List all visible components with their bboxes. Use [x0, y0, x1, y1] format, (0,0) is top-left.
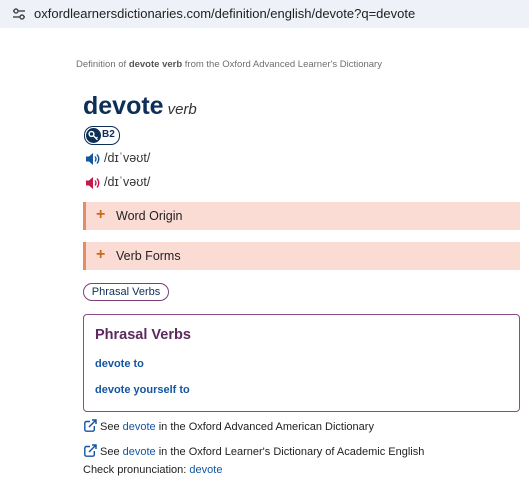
see-pre: See [100, 421, 123, 433]
pronunciation-us-text: /dɪˈvəʊt/ [104, 175, 151, 189]
headword: devote [83, 92, 164, 120]
see-also-american: See devote in the Oxford Advanced Americ… [84, 419, 374, 433]
phrasal-verbs-box: Phrasal Verbs devote to devote yourself … [83, 314, 520, 412]
see-post: in the Oxford Advanced American Dictiona… [155, 421, 374, 433]
see-devote-link[interactable]: devote [123, 446, 156, 458]
breadcrumb-prefix: Definition of [76, 59, 129, 70]
cefr-level-label: B2 [102, 129, 115, 140]
cefr-level-badge[interactable]: B2 [84, 126, 120, 145]
pronunciation-uk-text: /dɪˈvəʊt/ [104, 151, 151, 165]
word-origin-toggle[interactable]: + Word Origin [83, 202, 520, 230]
speaker-us-icon[interactable] [85, 176, 101, 190]
address-bar[interactable]: oxfordlearnersdictionaries.com/definitio… [0, 0, 529, 28]
check-label: Check pronunciation: [83, 464, 190, 476]
tune-icon[interactable] [12, 7, 26, 21]
breadcrumb-suffix: from the Oxford Advanced Learner's Dicti… [182, 59, 382, 70]
see-also-academic: See devote in the Oxford Learner's Dicti… [84, 444, 424, 458]
url-text[interactable]: oxfordlearnersdictionaries.com/definitio… [34, 6, 415, 21]
phrasal-verbs-title: Phrasal Verbs [95, 327, 191, 343]
see-pre: See [100, 446, 123, 458]
part-of-speech: verb [167, 101, 197, 118]
expand-plus-icon: + [96, 206, 106, 223]
check-pronunciation-link[interactable]: devote [189, 464, 222, 476]
see-devote-link[interactable]: devote [123, 421, 156, 433]
expand-plus-icon: + [96, 246, 106, 263]
phrasal-verbs-pill[interactable]: Phrasal Verbs [83, 283, 169, 301]
phrasal-verb-link[interactable]: devote to [95, 358, 144, 370]
word-origin-label: Word Origin [116, 209, 183, 223]
headword-block: devote verb [83, 92, 197, 121]
breadcrumb: Definition of devote verb from the Oxfor… [76, 59, 382, 70]
verb-forms-toggle[interactable]: + Verb Forms [83, 242, 520, 270]
oxford-key-icon [86, 128, 101, 143]
see-post: in the Oxford Learner's Dictionary of Ac… [155, 446, 425, 458]
verb-forms-label: Verb Forms [116, 249, 181, 263]
breadcrumb-term: devote verb [128, 59, 183, 70]
phrasal-verb-link[interactable]: devote yourself to [95, 384, 190, 396]
check-pronunciation: Check pronunciation: devote [83, 464, 222, 476]
external-link-icon [84, 419, 97, 432]
external-link-icon [84, 444, 97, 457]
speaker-uk-icon[interactable] [85, 152, 101, 166]
